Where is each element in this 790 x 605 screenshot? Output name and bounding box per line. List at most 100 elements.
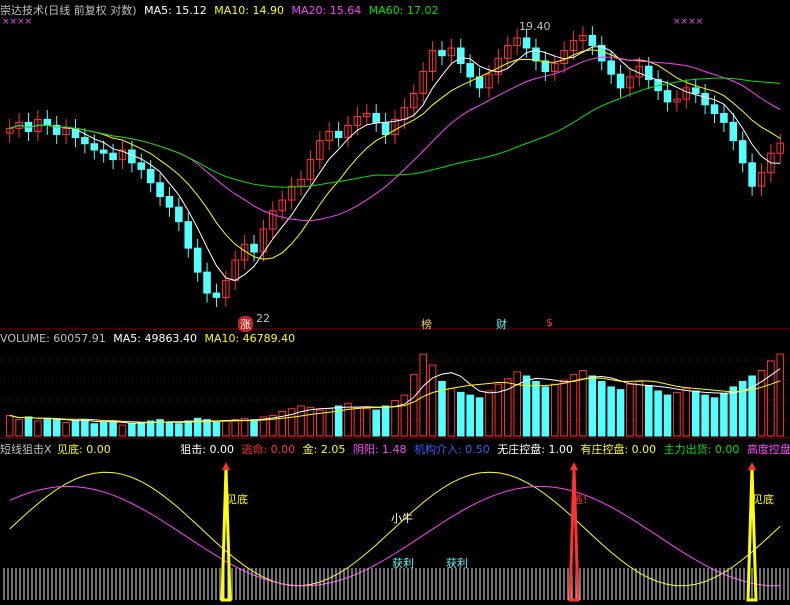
indicator-x: X <box>44 443 52 456</box>
candle-body <box>522 37 531 49</box>
candle-body <box>165 196 174 208</box>
volume-bar <box>146 420 155 437</box>
candle-body <box>691 87 700 94</box>
jin-readout: 金: 2.05 <box>302 443 346 456</box>
candle-body <box>720 113 728 123</box>
candle-body <box>616 73 625 89</box>
candle-body <box>156 182 164 198</box>
candle-body <box>456 47 465 65</box>
volume-bar <box>165 421 174 437</box>
volume-bar <box>673 391 681 437</box>
volume-bar <box>109 420 117 437</box>
cai-badge: 财 <box>496 318 507 331</box>
candle-body <box>588 34 597 46</box>
zhuli-readout: 主力出货: 0.00 <box>663 443 740 456</box>
volume-bar <box>607 386 615 437</box>
ma5-line <box>9 45 781 281</box>
candle-body <box>212 292 221 298</box>
volume-bar <box>353 406 362 437</box>
xiaoniu-label: 小牛 <box>391 512 413 525</box>
volume-bar <box>776 353 785 437</box>
jiandi-readout: 见底: 0.00 <box>57 443 111 456</box>
volume-bar <box>513 371 521 437</box>
stock-title: 崇达技术(日线 前复权 对数) <box>0 4 137 17</box>
volume-bar <box>748 375 756 437</box>
volume-bar <box>475 397 484 437</box>
volume-bar <box>456 391 465 437</box>
volume-bar <box>212 421 221 437</box>
candle-body <box>729 121 738 142</box>
volume-bar <box>231 419 240 437</box>
wuzhuang-readout: 无庄控盘: 1.00 <box>497 443 573 456</box>
volume-bar <box>663 394 672 437</box>
volume-bar <box>372 409 380 437</box>
yinyang-readout: 阴阳: 1.48 <box>352 443 407 456</box>
signal-arrow <box>222 462 230 470</box>
volume-bar <box>503 378 512 437</box>
volume-bar <box>278 410 287 437</box>
volume-bar <box>118 424 127 437</box>
volume-bar <box>52 419 61 437</box>
volume-bar <box>616 389 625 437</box>
signal-spike <box>220 467 232 602</box>
volume-bar <box>560 379 568 437</box>
taoming-readout: 逃命: 0.00 <box>241 443 296 456</box>
high-price-label: 19.40 <box>519 20 551 33</box>
volume-bar <box>485 390 493 437</box>
ma20-readout: MA20: 15.64 <box>291 4 362 17</box>
candle-body <box>250 243 258 253</box>
candle-body <box>146 168 155 184</box>
volume-bar <box>363 408 371 437</box>
low-price-label: 22 <box>256 312 270 325</box>
volume-bar <box>691 390 700 437</box>
ma10-readout: MA10: 14.90 <box>214 4 285 17</box>
candle-body <box>203 271 211 294</box>
tao-label: 逃! <box>572 493 588 506</box>
candle-body <box>475 76 484 89</box>
jigou-readout: 机构介入: 0.50 <box>414 443 490 456</box>
candle-body <box>663 90 672 103</box>
youzhuang-readout: 有庄控盘: 0.00 <box>580 443 657 456</box>
volume-bar <box>287 408 296 437</box>
volume-bar <box>447 387 456 437</box>
volume-bar <box>588 375 597 437</box>
candle-body <box>381 121 390 135</box>
volume-bar <box>128 423 136 437</box>
volume-bar <box>701 394 709 437</box>
volume-bar <box>541 386 550 437</box>
signal-spike <box>568 467 580 602</box>
volume-bar <box>71 420 80 437</box>
volume-bar <box>400 394 409 437</box>
candle-body <box>438 50 446 57</box>
volume-bar <box>410 374 418 437</box>
volume-bar <box>381 405 390 437</box>
candle-body <box>81 137 89 145</box>
volume-bar <box>710 397 719 437</box>
volume-bar <box>428 364 437 437</box>
volume-bar <box>682 387 691 437</box>
candle-body <box>109 152 117 161</box>
candle-body <box>466 63 474 78</box>
volume-bar <box>137 421 146 437</box>
jiandi-right-label: 见底 <box>752 493 774 506</box>
volume-bar <box>5 415 14 437</box>
signal-arrow <box>570 462 578 470</box>
volume-bar <box>635 380 644 437</box>
volume-bar <box>569 374 578 437</box>
ma5-readout: MA5: 15.12 <box>144 4 207 17</box>
candle-body <box>701 92 709 106</box>
volume-bar <box>81 419 89 437</box>
volume-bar <box>184 420 193 437</box>
candle-body <box>334 130 343 139</box>
x-marks-left: ×××× <box>2 17 33 27</box>
candle-body <box>137 162 146 170</box>
volume-bar <box>43 417 52 437</box>
volume-bar <box>250 419 258 437</box>
volume-bar <box>532 380 540 437</box>
candle-body <box>372 113 380 123</box>
indicator-header: 短线狙击X 见底: 0.00 狙击: 0.00 逃命: 0.00 金: 2.05… <box>0 441 790 457</box>
volume-header: VOLUME: 60057.91 MA5: 49863.40 MA10: 467… <box>0 332 295 345</box>
volume-bar <box>550 383 559 437</box>
huoli2-label: 获利 <box>446 557 468 570</box>
zhang-badge: 涨 <box>238 316 253 332</box>
